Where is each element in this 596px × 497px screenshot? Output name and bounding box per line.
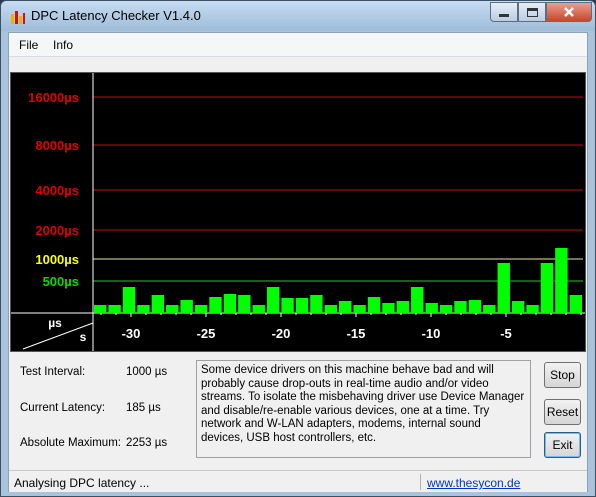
latency-bar	[382, 303, 395, 313]
minimize-button[interactable]	[490, 2, 518, 22]
latency-bar	[439, 305, 453, 313]
x-tick-label: -30	[122, 326, 141, 341]
maximize-icon	[526, 7, 538, 17]
latency-bar	[238, 295, 251, 313]
x-tick-label: -15	[347, 326, 366, 341]
reset-button[interactable]: Reset	[544, 399, 581, 425]
app-icon	[11, 11, 25, 24]
close-button[interactable]	[546, 2, 592, 22]
x-tick-label: -25	[197, 326, 216, 341]
maximize-button[interactable]	[518, 2, 546, 22]
y-axis-label: 4000µs	[35, 183, 79, 198]
latency-bar	[151, 295, 165, 313]
latency-bar	[295, 298, 309, 313]
latency-bar	[425, 303, 438, 313]
current-latency-value: 185 µs	[126, 402, 161, 414]
latency-bar	[281, 298, 294, 313]
test-interval-value: 1000 µs	[126, 366, 168, 378]
latency-bar	[367, 297, 381, 313]
status-text: Analysing DPC latency ...	[14, 476, 150, 490]
latency-bar	[353, 305, 366, 313]
axis-unit-s: s	[80, 330, 87, 344]
test-interval-label: Test Interval:	[20, 366, 86, 378]
latency-bar	[526, 305, 539, 313]
website-link[interactable]: www.thesycon.de	[427, 476, 520, 490]
latency-bar	[324, 305, 337, 313]
latency-bar	[194, 305, 208, 313]
app-window: DPC Latency Checker V1.4.0 File Info 160…	[0, 0, 596, 497]
latency-bar	[180, 300, 193, 313]
latency-bar	[252, 305, 265, 313]
menu-file[interactable]: File	[19, 38, 38, 52]
stop-button[interactable]: Stop	[544, 362, 581, 388]
latency-bar	[411, 287, 424, 313]
latency-bar	[209, 297, 222, 313]
current-latency-label: Current Latency:	[20, 402, 106, 414]
latency-bar	[223, 294, 237, 313]
window-title: DPC Latency Checker V1.4.0	[31, 8, 201, 23]
absolute-maximum-label: Absolute Maximum:	[20, 437, 121, 449]
y-axis-label: 1000µs	[35, 252, 79, 267]
y-axis-label: 500µs	[43, 274, 79, 289]
latency-bar	[108, 305, 121, 313]
absolute-maximum-value: 2253 µs	[126, 437, 168, 449]
latency-bar	[339, 301, 352, 313]
latency-bar	[396, 301, 410, 313]
latency-bar	[511, 301, 525, 313]
menu-bar: File Info	[9, 33, 587, 57]
latency-bar	[555, 248, 568, 313]
title-bar[interactable]: DPC Latency Checker V1.4.0	[1, 1, 595, 31]
axis-unit-us: µs	[48, 316, 62, 330]
latency-bar	[497, 263, 510, 313]
status-bar: Analysing DPC latency ... www.thesycon.d…	[9, 470, 587, 492]
latency-bar	[266, 287, 280, 313]
menu-info[interactable]: Info	[53, 38, 73, 52]
minimize-icon	[499, 13, 509, 17]
status-divider	[420, 474, 421, 490]
latency-bar	[569, 295, 582, 313]
exit-button[interactable]: Exit	[544, 432, 581, 458]
latency-graph-canvas: 16000µs 8000µs 4000µs 2000µs 1000µs 500µs µs s -…	[11, 73, 585, 351]
latency-bar	[137, 305, 150, 313]
y-axis-label: 8000µs	[35, 138, 79, 153]
latency-bar	[310, 295, 323, 313]
latency-bar	[540, 263, 554, 313]
latency-bar	[468, 300, 482, 313]
y-axis-label: 2000µs	[35, 223, 79, 238]
latency-graph: 16000µs 8000µs 4000µs 2000µs 1000µs 500µs µs s -…	[10, 72, 586, 352]
latency-bar	[454, 301, 467, 313]
close-icon	[564, 7, 574, 17]
client-area: File Info 16000µs 8000µs 4000µs 2000µs 1000µ…	[8, 32, 588, 492]
x-tick-label: -20	[272, 326, 291, 341]
latency-bar	[122, 287, 136, 313]
latency-bar	[483, 305, 496, 313]
latency-bar	[94, 305, 107, 313]
x-tick-label: -5	[500, 326, 512, 341]
info-textbox[interactable]: Some device drivers on this machine beha…	[196, 360, 531, 458]
y-axis-label: 16000µs	[28, 90, 79, 105]
latency-bar	[166, 305, 179, 313]
x-tick-label: -10	[422, 326, 441, 341]
